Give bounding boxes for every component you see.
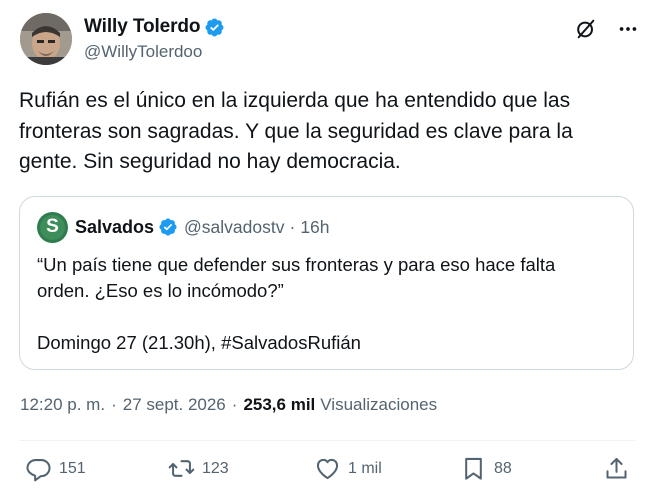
repost-count: 123 — [202, 459, 229, 477]
grok-icon[interactable] — [575, 18, 597, 40]
avatar[interactable] — [20, 13, 72, 65]
quoted-author-handle[interactable]: @salvadostv — [184, 217, 284, 238]
reply-button[interactable]: 151 — [25, 455, 86, 482]
tweet-text: Rufián es el único en la izquierda que h… — [19, 89, 573, 173]
quoted-avatar-letter: S — [46, 216, 59, 237]
tweet-time[interactable]: 12:20 p. m. — [20, 395, 105, 415]
heart-icon — [316, 458, 339, 480]
quoted-separator: · — [289, 216, 296, 237]
quoted-timestamp[interactable]: 16h — [300, 217, 329, 238]
action-bar: 151 123 1 mil 88 — [0, 455, 657, 489]
bookmark-count: 88 — [494, 459, 512, 477]
views-count[interactable]: 253,6 mil — [243, 395, 315, 415]
more-options-icon[interactable] — [617, 18, 639, 40]
verified-badge-icon — [205, 18, 224, 36]
repost-button[interactable]: 123 — [168, 455, 229, 482]
quoted-author-name[interactable]: Salvados — [75, 217, 154, 238]
reply-icon — [26, 459, 51, 482]
reply-count: 151 — [59, 459, 86, 477]
quoted-tweet-text: “Un país tiene que defender sus frontera… — [37, 254, 556, 353]
tweet-date[interactable]: 27 sept. 2026 — [123, 395, 226, 415]
like-count: 1 mil — [348, 459, 382, 477]
quoted-tweet[interactable]: S Salvados @salvadostv · 16h “Un país ti… — [19, 196, 634, 370]
divider — [19, 440, 635, 441]
meta-separator: · — [231, 395, 238, 414]
share-icon — [606, 457, 627, 479]
quoted-avatar[interactable]: S — [37, 211, 68, 243]
bookmark-icon — [465, 457, 482, 480]
verified-badge-icon — [159, 218, 177, 236]
like-button[interactable]: 1 mil — [314, 455, 382, 482]
author-handle[interactable]: @WillyTolerdoo — [84, 42, 225, 62]
tweet-meta: 12:20 p. m. · 27 sept. 2026 · 253,6 mil … — [20, 395, 437, 415]
author-name[interactable]: Willy Tolerdo — [84, 16, 201, 38]
share-button[interactable] — [603, 455, 630, 482]
meta-separator: · — [111, 395, 117, 414]
views-label[interactable]: Visualizaciones — [320, 395, 437, 415]
bookmark-button[interactable]: 88 — [460, 455, 512, 482]
repost-icon — [168, 460, 195, 477]
